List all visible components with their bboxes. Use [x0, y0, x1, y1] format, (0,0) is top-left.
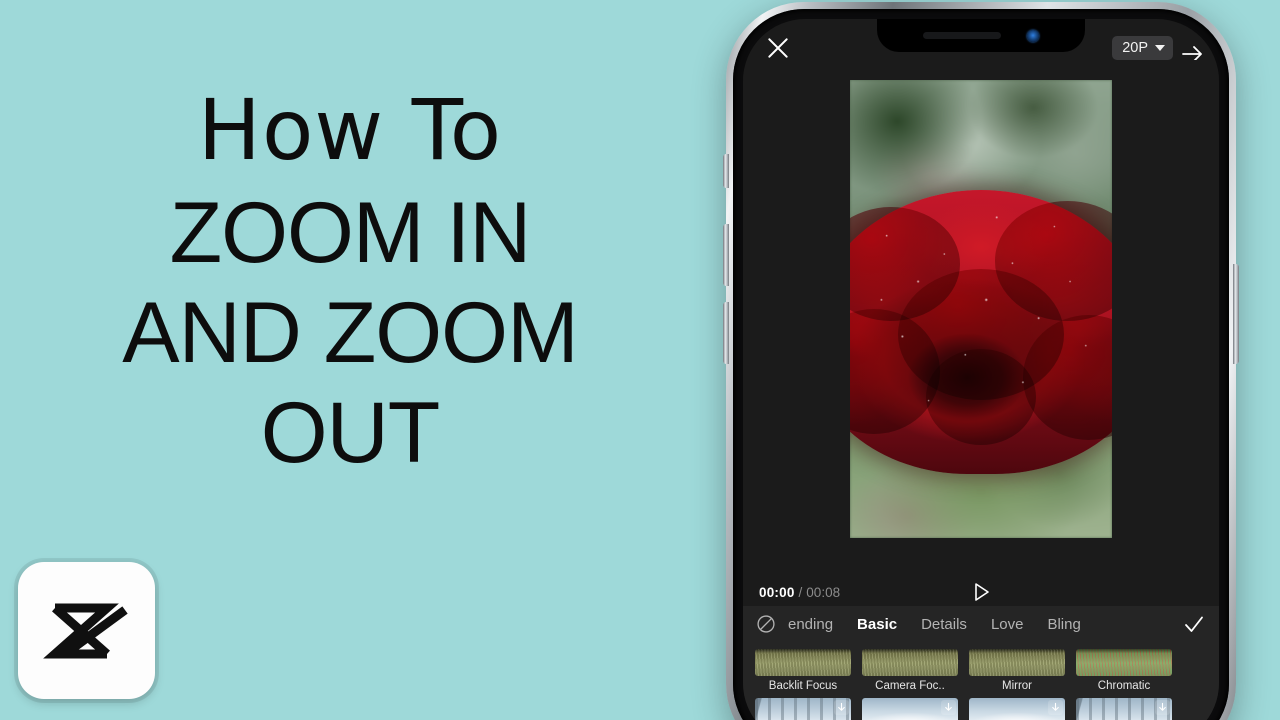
close-icon[interactable] — [765, 35, 791, 61]
tab-ending[interactable]: ending — [776, 616, 845, 633]
phone-volume-down[interactable] — [723, 302, 729, 364]
effect-thumbnail — [969, 649, 1065, 676]
effect-row-2 — [755, 698, 1207, 720]
title-line-how-to: How To — [197, 81, 503, 179]
export-icon[interactable] — [1179, 36, 1205, 60]
effect-item-row2-3[interactable] — [969, 698, 1065, 720]
download-icon[interactable] — [1155, 700, 1170, 715]
phone-bezel: 20P 00:00 / 00:08 ending Basic Details L… — [733, 9, 1229, 720]
video-preview-frame[interactable] — [850, 80, 1112, 538]
effect-item-chromatic[interactable]: Chromatic — [1076, 649, 1172, 692]
effect-item-row2-4[interactable] — [1076, 698, 1172, 720]
capcut-logo — [18, 562, 155, 699]
effect-item-row2-2[interactable] — [862, 698, 958, 720]
current-time-label: 00:00 — [759, 584, 795, 600]
tab-basic[interactable]: Basic — [845, 616, 909, 633]
phone-volume-up[interactable] — [723, 224, 729, 286]
effect-thumbnail — [755, 649, 851, 676]
download-icon[interactable] — [834, 700, 849, 715]
screenshot-canvas: How To ZOOM IN AND ZOOM OUT 20P 00:00 / … — [0, 0, 1280, 720]
total-time-label: 00:08 — [806, 584, 841, 600]
title-line-zoom-in: ZOOM IN — [169, 185, 532, 281]
effect-label: Backlit Focus — [768, 680, 838, 692]
tab-bling[interactable]: Bling — [1035, 616, 1092, 633]
tab-love[interactable]: Love — [979, 616, 1036, 633]
phone-mute-switch[interactable] — [723, 154, 729, 188]
tab-details[interactable]: Details — [909, 616, 979, 633]
title-line-out: OUT — [260, 385, 441, 481]
effect-thumbnail — [755, 698, 851, 720]
phone-screen: 20P 00:00 / 00:08 ending Basic Details L… — [743, 19, 1219, 720]
effect-label: Camera Foc.. — [875, 680, 945, 692]
effect-thumbnail — [862, 649, 958, 676]
effect-thumbnail — [1076, 698, 1172, 720]
effect-thumbnail — [862, 698, 958, 720]
effect-item-camera-focus[interactable]: Camera Foc.. — [862, 649, 958, 692]
resolution-dropdown[interactable]: 20P — [1112, 36, 1173, 60]
phone-power-button[interactable] — [1233, 264, 1239, 364]
capcut-mark-icon — [42, 603, 128, 658]
top-bar-right-group: 20P — [1112, 36, 1205, 60]
effect-item-mirror[interactable]: Mirror — [969, 649, 1065, 692]
play-icon[interactable] — [970, 581, 992, 603]
effect-thumbnail — [969, 698, 1065, 720]
phone-mockup: 20P 00:00 / 00:08 ending Basic Details L… — [723, 2, 1239, 720]
effect-label: Chromatic — [1097, 680, 1151, 692]
title-line-and-zoom: AND ZOOM — [122, 285, 578, 381]
page-title: How To ZOOM IN AND ZOOM OUT — [0, 88, 700, 490]
chevron-down-icon — [1155, 45, 1165, 51]
editor-top-bar: 20P — [743, 19, 1219, 69]
check-icon[interactable] — [1182, 612, 1206, 636]
no-effect-icon[interactable] — [756, 614, 776, 634]
download-icon[interactable] — [941, 700, 956, 715]
effect-item-backlit-focus[interactable]: Backlit Focus — [755, 649, 851, 692]
preview-water-droplets — [850, 80, 1112, 538]
download-icon[interactable] — [1048, 700, 1063, 715]
effect-row-1: Backlit Focus Camera Foc.. Mirror Chroma… — [755, 649, 1207, 692]
effect-item-row2-1[interactable] — [755, 698, 851, 720]
video-preview-area[interactable] — [743, 69, 1219, 575]
time-separator: / — [798, 584, 803, 600]
effect-label: Mirror — [1001, 680, 1033, 692]
effect-grid: Backlit Focus Camera Foc.. Mirror Chroma… — [743, 642, 1219, 720]
playback-transport-bar: 00:00 / 00:08 — [743, 575, 1219, 609]
effect-category-tabs: ending Basic Details Love Bling — [743, 606, 1219, 642]
resolution-label: 20P — [1122, 40, 1148, 56]
effect-thumbnail — [1076, 649, 1172, 676]
